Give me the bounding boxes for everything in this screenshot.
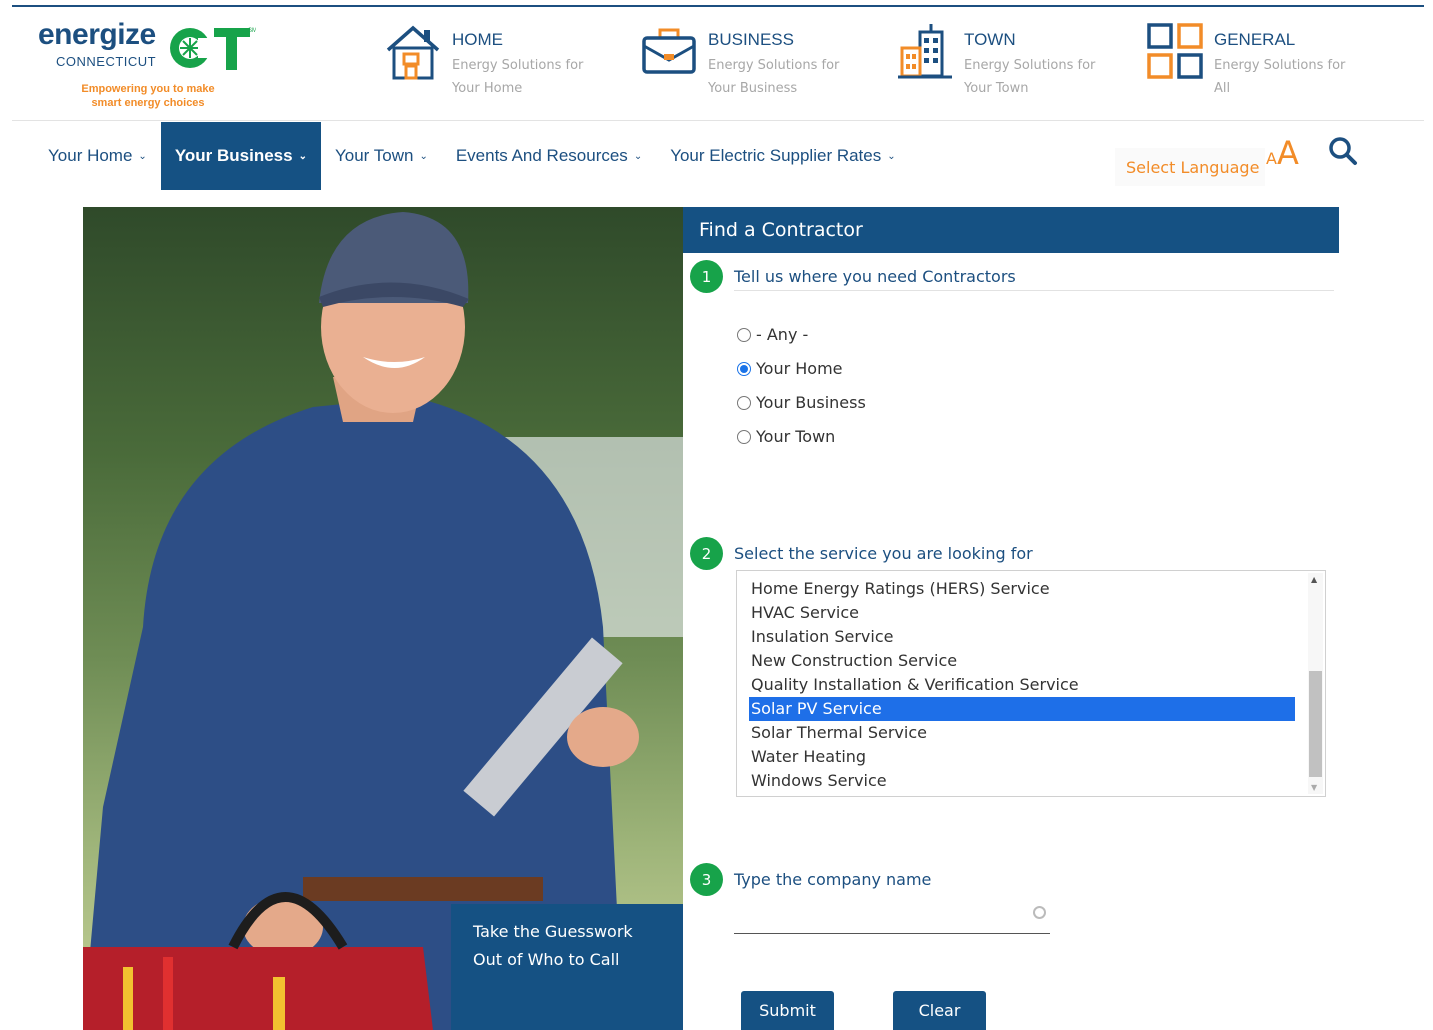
font-small-a: A	[1266, 149, 1277, 168]
scrollbar-thumb[interactable]	[1309, 671, 1322, 777]
clear-button[interactable]: Clear	[893, 991, 986, 1030]
company-name-field[interactable]	[734, 898, 1050, 934]
audience-title: GENERAL	[1214, 30, 1296, 49]
service-option[interactable]: Windows Service	[749, 769, 1295, 793]
nav-item-your-home[interactable]: Your Home ⌄	[34, 122, 161, 190]
service-option[interactable]: Home Energy Ratings (HERS) Service	[749, 577, 1295, 601]
house-icon	[386, 25, 440, 80]
energize-ct-logo[interactable]: energize CONNECTICUT SM Empowering you t…	[38, 18, 268, 118]
audience-subtitle: Energy Solutions for All	[1214, 58, 1346, 96]
chevron-down-icon: ⌄	[138, 150, 147, 162]
logo-connecticut: CONNECTICUT	[56, 54, 157, 69]
radio-label: - Any -	[756, 325, 809, 344]
step-2: 2 Select the service you are looking for	[690, 537, 1033, 570]
listbox-scrollbar[interactable]: ▲ ▼	[1308, 573, 1323, 794]
radio-label: Your Home	[756, 359, 843, 378]
audience-subtitle: Energy Solutions for Your Town	[964, 58, 1096, 96]
tagline-line-2: smart energy choices	[91, 97, 205, 109]
chevron-down-icon: ⌄	[419, 150, 428, 162]
step-label: Tell us where you need Contractors	[734, 267, 1016, 286]
logo-word: energize	[38, 18, 156, 51]
step-label: Select the service you are looking for	[734, 544, 1033, 563]
radio-your-business[interactable]: Your Business	[737, 393, 866, 412]
radio-label: Your Town	[756, 427, 836, 446]
nav-label: Events And Resources	[455, 146, 628, 165]
radio-your-home[interactable]: Your Home	[737, 359, 843, 378]
audience-town-link[interactable]: TOWN Energy Solutions for Your Town	[896, 22, 1114, 102]
tagline-line-1: Empowering you to make	[81, 83, 215, 95]
service-option[interactable]: Insulation Service	[749, 625, 1295, 649]
service-option-selected[interactable]: Solar PV Service	[749, 697, 1295, 721]
audience-subtitle: Energy Solutions for Your Home	[452, 58, 584, 96]
building-icon	[898, 24, 952, 79]
chevron-down-icon: ⌄	[298, 150, 307, 162]
top-border	[12, 5, 1424, 7]
radio-any[interactable]: - Any -	[737, 325, 808, 344]
step-number: 3	[690, 863, 723, 896]
radio-button[interactable]	[737, 395, 751, 410]
radio-your-town[interactable]: Your Town	[737, 427, 835, 446]
nav-label: Your Home	[48, 146, 133, 165]
hero-caption: Take the Guesswork Out of Who to Call	[451, 904, 683, 1030]
service-listbox[interactable]: Home Energy Ratings (HERS) Service HVAC …	[736, 570, 1326, 797]
hero-caption-line-2: Out of Who to Call	[473, 950, 620, 969]
audience-business-link[interactable]: BUSINESS Energy Solutions for Your Busine…	[640, 22, 858, 102]
chevron-down-icon: ⌄	[633, 150, 643, 162]
logo-sm: SM	[248, 28, 256, 34]
find-contractor-title: Find a Contractor	[683, 207, 1339, 253]
font-big-a: A	[1276, 134, 1299, 172]
step-divider	[734, 290, 1334, 291]
logo-tagline: Empowering you to make smart energy choi…	[68, 82, 228, 110]
service-option[interactable]: Quality Installation & Verification Serv…	[749, 673, 1295, 697]
nav-label: Your Electric Supplier Rates	[670, 146, 882, 165]
audience-title: TOWN	[964, 30, 1016, 49]
nav-label: Your Business	[174, 146, 293, 165]
audience-title: BUSINESS	[708, 30, 794, 49]
step-number: 2	[690, 537, 723, 570]
service-option[interactable]: Water Heating	[749, 745, 1295, 769]
scroll-up-arrow-icon[interactable]: ▲	[1311, 575, 1317, 584]
step-number: 1	[690, 260, 723, 293]
briefcase-icon	[642, 28, 696, 74]
hero-image: Take the Guesswork Out of Who to Call	[83, 207, 683, 1030]
radio-button[interactable]	[737, 327, 751, 342]
radio-button-checked[interactable]	[737, 361, 751, 376]
select-language-button[interactable]: Select Language	[1115, 148, 1265, 186]
hero-caption-line-1: Take the Guesswork	[473, 922, 633, 941]
scroll-down-arrow-icon[interactable]: ▼	[1311, 783, 1317, 792]
audience-title: HOME	[452, 30, 503, 49]
step-1: 1 Tell us where you need Contractors	[690, 260, 1016, 293]
nav-item-events-and-resources[interactable]: Events And Resources ⌄	[442, 122, 656, 190]
audience-general-link[interactable]: GENERAL Energy Solutions for All	[1146, 22, 1364, 102]
audience-home-link[interactable]: HOME Energy Solutions for Your Home	[384, 22, 602, 102]
company-name-input[interactable]	[734, 898, 1024, 932]
audience-subtitle: Energy Solutions for Your Business	[708, 58, 840, 96]
nav-item-your-business[interactable]: Your Business ⌄	[160, 122, 321, 190]
radio-button[interactable]	[737, 429, 751, 444]
service-option[interactable]: New Construction Service	[749, 649, 1295, 673]
nav-item-your-town[interactable]: Your Town ⌄	[321, 122, 442, 190]
loading-spinner-icon	[1033, 906, 1046, 919]
chevron-down-icon: ⌄	[887, 150, 896, 162]
service-option[interactable]: HVAC Service	[749, 601, 1295, 625]
step-3: 3 Type the company name	[690, 863, 931, 896]
main-nav: Your Home ⌄ Your Business ⌄ Your Town ⌄ Eve…	[34, 122, 910, 190]
radio-label: Your Business	[756, 393, 866, 412]
submit-button[interactable]: Submit	[741, 991, 834, 1030]
ct-logo-mark: SM	[170, 28, 256, 70]
header-divider	[12, 120, 1424, 121]
nav-item-electric-supplier-rates[interactable]: Your Electric Supplier Rates ⌄	[656, 122, 909, 190]
step-label: Type the company name	[734, 870, 932, 889]
service-option[interactable]: Solar Thermal Service	[749, 721, 1295, 745]
font-size-toggle[interactable]: AA	[1266, 134, 1299, 172]
grid-squares-icon	[1147, 23, 1203, 79]
nav-label: Your Town	[334, 146, 414, 165]
search-icon[interactable]	[1328, 136, 1358, 166]
